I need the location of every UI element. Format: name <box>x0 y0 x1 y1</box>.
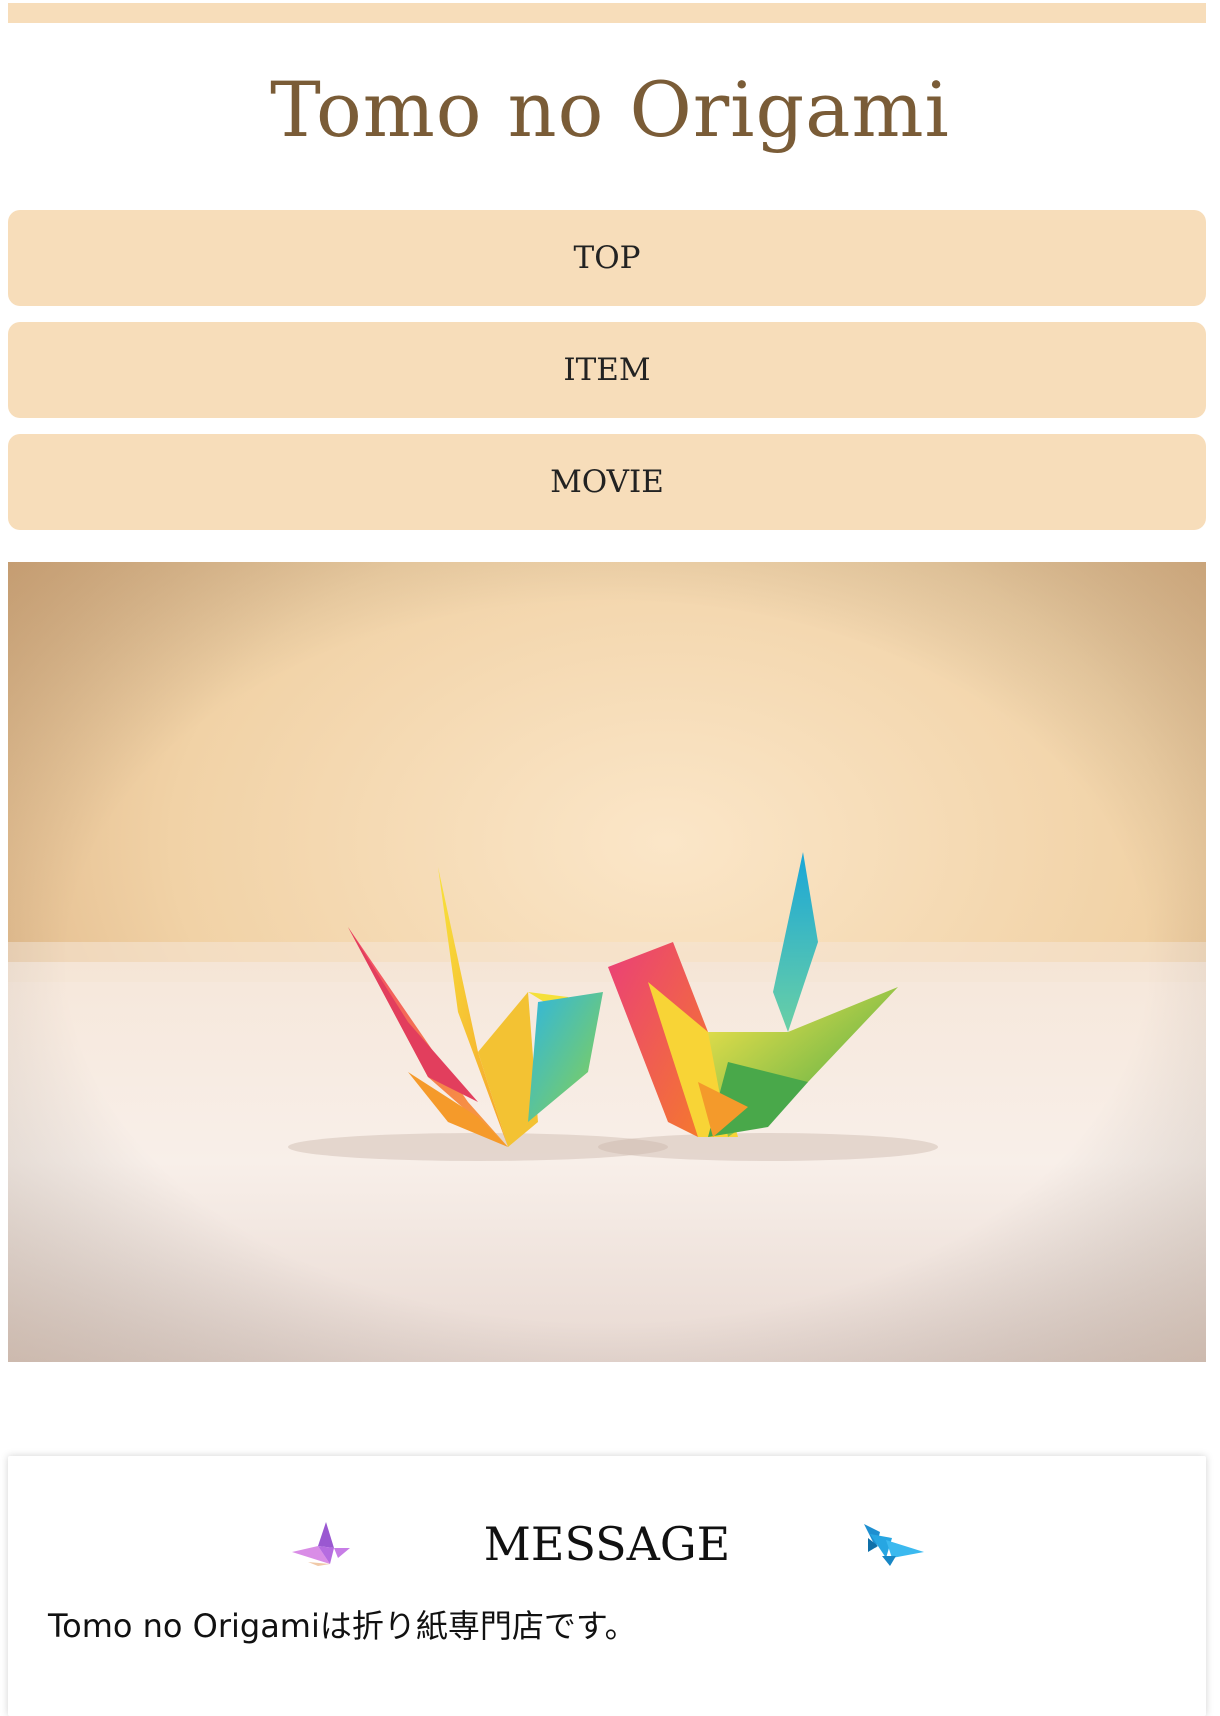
nav-button-movie[interactable]: MOVIE <box>8 434 1206 530</box>
origami-bird-blue-icon <box>862 1518 926 1568</box>
main-nav: TOP ITEM MOVIE <box>8 210 1206 546</box>
message-heading-row: MESSAGE <box>8 1504 1206 1584</box>
nav-button-top[interactable]: TOP <box>8 210 1206 306</box>
hero-image <box>8 562 1206 1362</box>
site-title[interactable]: Tomo no Origami <box>0 60 1220 160</box>
top-accent-bar <box>8 3 1206 23</box>
origami-cranes-photo <box>8 562 1206 1362</box>
origami-bird-purple-icon <box>290 1518 354 1568</box>
nav-button-item[interactable]: ITEM <box>8 322 1206 418</box>
message-title: MESSAGE <box>483 1517 731 1571</box>
message-body: Tomo no Origamiは折り紙専門店です。 <box>48 1607 637 1645</box>
message-section: MESSAGE Tomo no Origamiは折り紙専門店です。 <box>8 1456 1206 1716</box>
